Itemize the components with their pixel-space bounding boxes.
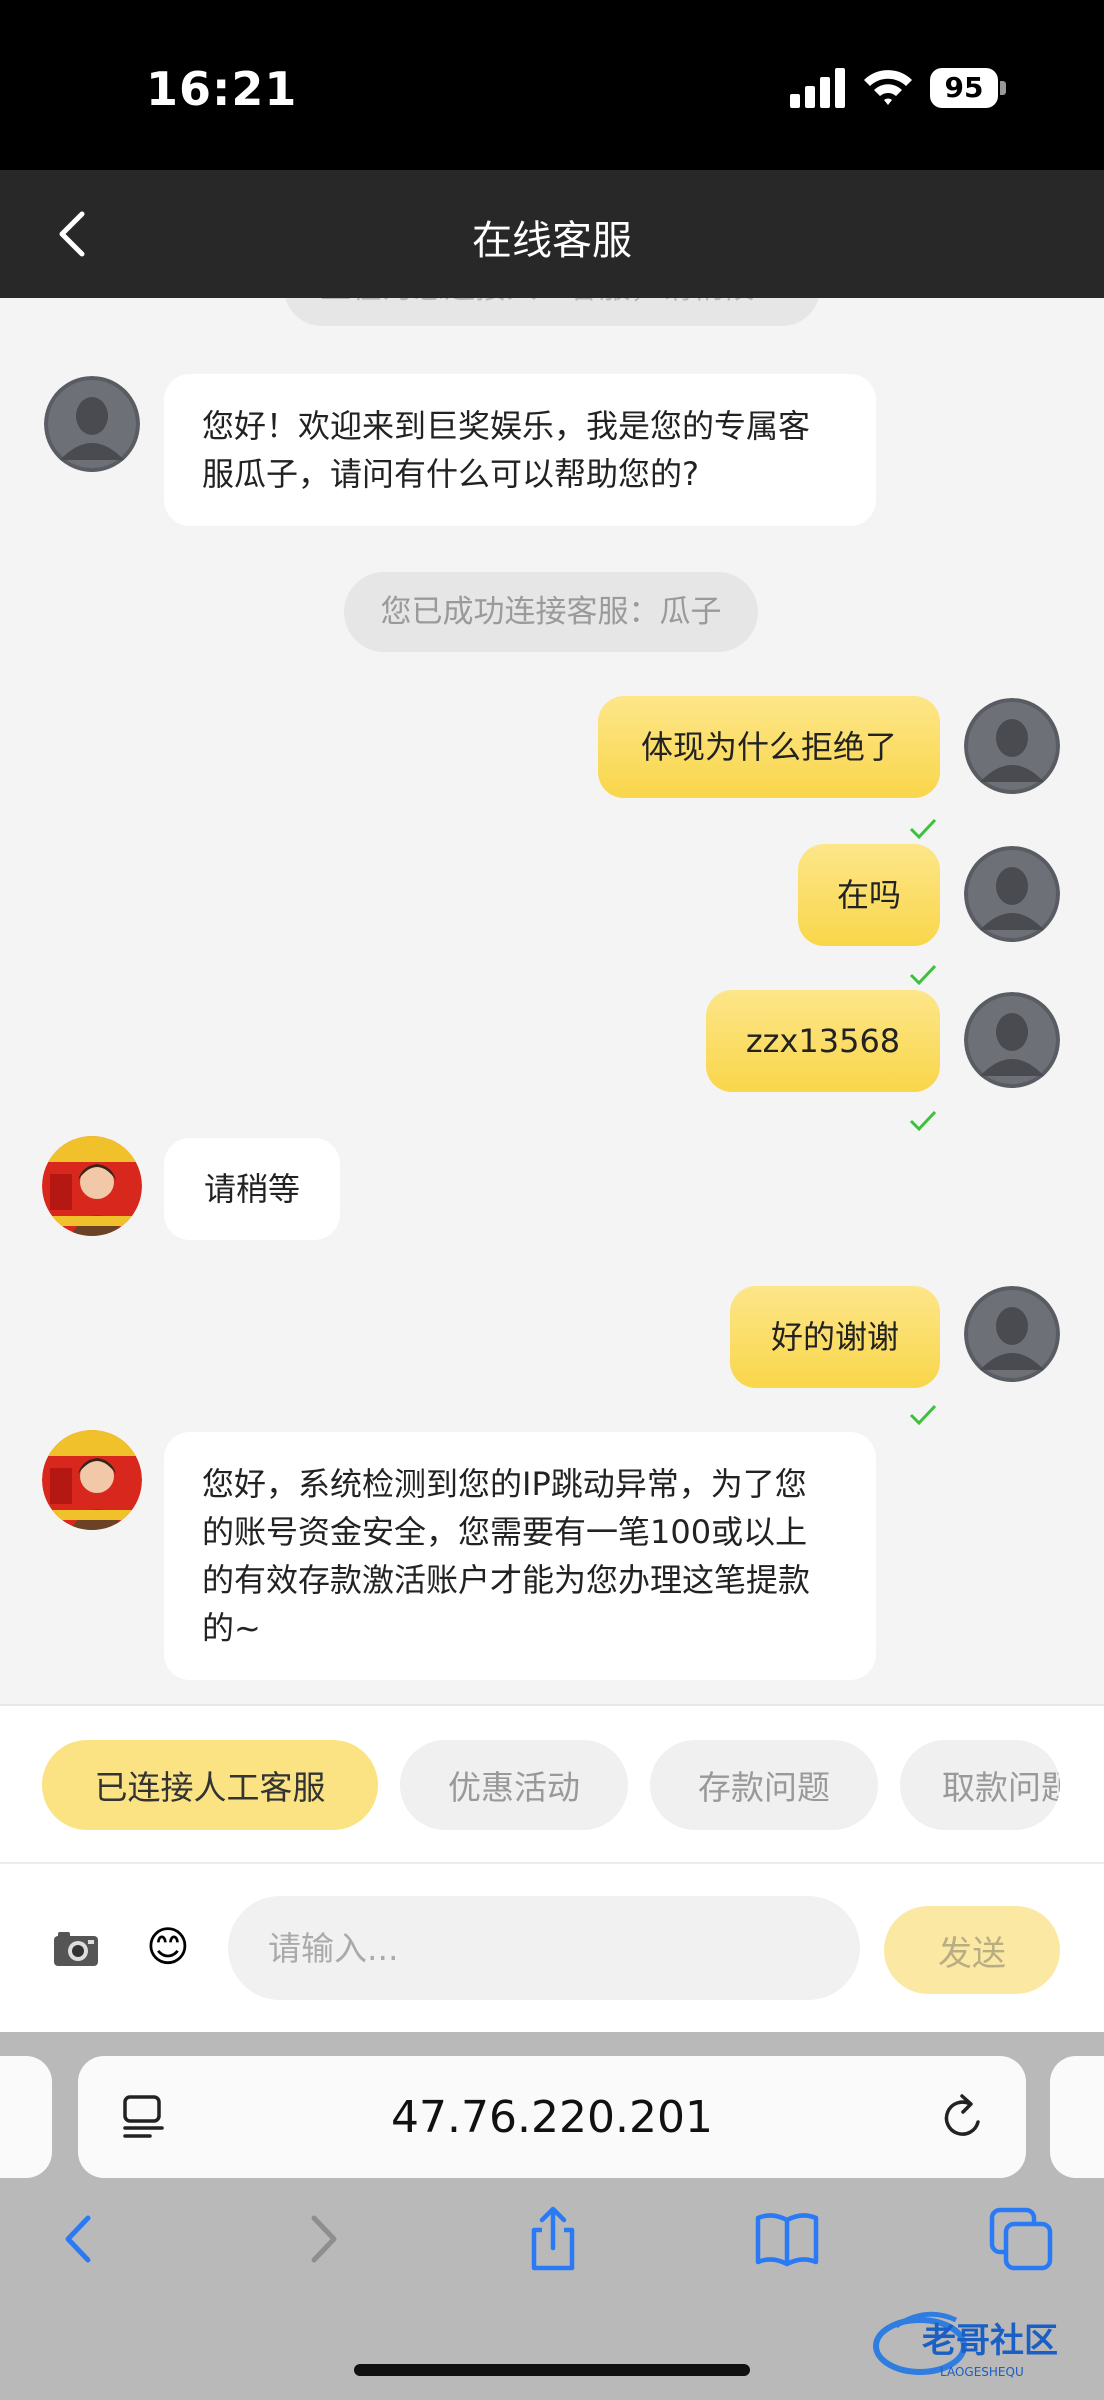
cellular-signal-icon: [790, 68, 845, 108]
reload-icon[interactable]: [940, 2092, 988, 2142]
home-indicator[interactable]: [354, 2364, 750, 2376]
emoji-icon[interactable]: 😊: [146, 1922, 190, 1972]
agent-avatar[interactable]: [44, 376, 140, 472]
bookmarks-icon[interactable]: [752, 2204, 822, 2274]
user-silhouette-icon: [964, 992, 1060, 1088]
browser-forward-icon[interactable]: [286, 2204, 356, 2274]
quick-reply-deposit[interactable]: 存款问题: [650, 1740, 878, 1830]
url-text: 47.76.220.201: [391, 2092, 713, 2143]
agent-avatar[interactable]: [42, 1136, 142, 1236]
system-notice-connected: 您已成功连接客服：瓜子: [344, 572, 758, 652]
user-silhouette-icon: [964, 846, 1060, 942]
status-bar: 16:21 95: [0, 0, 1104, 170]
sent-check-icon: [909, 1110, 937, 1132]
user-message: zzx13568: [706, 990, 940, 1092]
sent-check-icon: [909, 1404, 937, 1426]
camera-icon[interactable]: [52, 1928, 100, 1968]
user-avatar[interactable]: [964, 1286, 1060, 1382]
message-input[interactable]: [228, 1896, 860, 2000]
page-title: 在线客服: [472, 218, 632, 264]
user-avatar[interactable]: [964, 698, 1060, 794]
quick-reply-promotions[interactable]: 优惠活动: [400, 1740, 628, 1830]
sent-check-icon: [909, 964, 937, 986]
browser-chrome: 47.76.220.201 老哥社区 LAOGESHEQU: [0, 2032, 1104, 2400]
agent-photo: [42, 1430, 142, 1530]
watermark-text: 老哥社区: [922, 2321, 1058, 2361]
agent-photo: [42, 1136, 142, 1236]
agent-message-welcome: 您好！欢迎来到巨奖娱乐，我是您的专属客服瓜子，请问有什么可以帮助您的?: [164, 374, 876, 526]
chat-area[interactable]: 正在为您连接人工客服，请稍候... 您好！欢迎来到巨奖娱乐，我是您的专属客服瓜子…: [0, 298, 1104, 1704]
agent-avatar[interactable]: [42, 1430, 142, 1530]
quick-reply-connected[interactable]: 已连接人工客服: [42, 1740, 378, 1830]
system-notice-connecting: 正在为您连接人工客服，请稍候...: [284, 298, 820, 326]
watermark-subtext: LAOGESHEQU: [940, 2365, 1024, 2379]
page-header: 在线客服: [0, 170, 1104, 298]
browser-back-icon[interactable]: [46, 2204, 116, 2274]
message-input-bar: 😊 发送: [0, 1862, 1104, 2032]
user-message: 在吗: [798, 844, 940, 946]
sent-check-icon: [909, 818, 937, 840]
status-time: 16:21: [146, 62, 298, 116]
agent-message: 请稍等: [164, 1138, 340, 1240]
user-silhouette-icon: [964, 1286, 1060, 1382]
share-icon[interactable]: [518, 2204, 588, 2274]
user-silhouette-icon: [964, 698, 1060, 794]
battery-indicator: 95: [930, 68, 1008, 108]
previous-tab-preview[interactable]: [0, 2056, 52, 2178]
tabs-icon[interactable]: [986, 2204, 1056, 2274]
address-bar[interactable]: 47.76.220.201: [78, 2056, 1026, 2178]
agent-message: 您好，系统检测到您的IP跳动异常，为了您的账号资金安全，您需要有一笔100或以上…: [164, 1432, 876, 1680]
quick-reply-bar[interactable]: 已连接人工客服 优惠活动 存款问题 取款问题: [0, 1704, 1104, 1862]
user-silhouette-icon: [44, 376, 140, 472]
send-button[interactable]: 发送: [884, 1906, 1060, 1994]
quick-reply-withdraw[interactable]: 取款问题: [900, 1740, 1060, 1830]
wifi-icon: [864, 70, 912, 105]
battery-level: 95: [930, 68, 998, 108]
watermark-logo: 老哥社区 LAOGESHEQU: [873, 2311, 1058, 2379]
user-message: 好的谢谢: [730, 1286, 940, 1388]
battery-tip: [1000, 81, 1006, 95]
user-message: 体现为什么拒绝了: [598, 696, 940, 798]
next-tab-preview[interactable]: [1050, 2056, 1104, 2178]
user-avatar[interactable]: [964, 846, 1060, 942]
user-avatar[interactable]: [964, 992, 1060, 1088]
